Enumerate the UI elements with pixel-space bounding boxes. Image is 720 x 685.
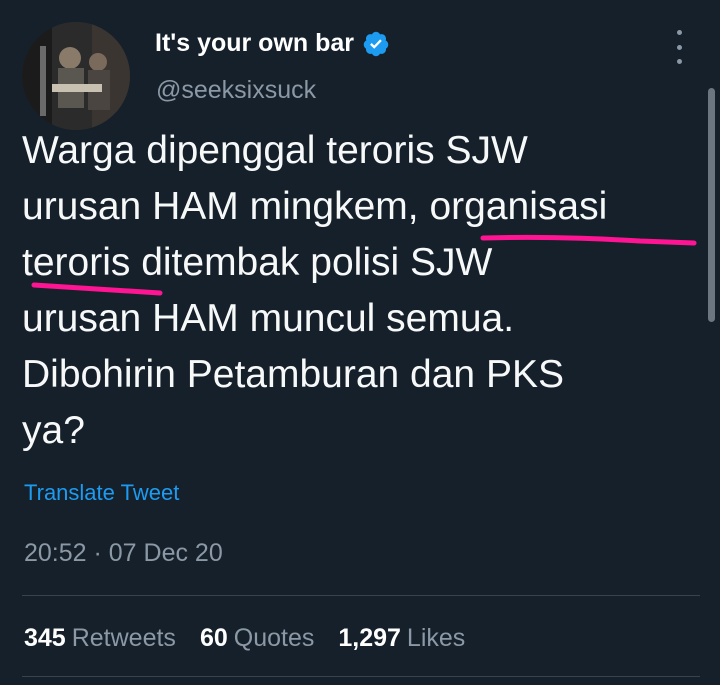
quotes-stat[interactable]: 60 Quotes	[200, 624, 314, 653]
tweet-text: Warga dipenggal teroris SJW urusan HAM m…	[22, 123, 712, 459]
more-options-icon[interactable]	[669, 30, 689, 64]
author-avatar[interactable]	[22, 22, 130, 130]
author-handle[interactable]: @seeksixsuck	[156, 76, 316, 105]
tweet-line: ya?	[22, 409, 85, 452]
tweet-line: Warga dipenggal teroris SJW	[22, 129, 528, 172]
tweet-line: teroris ditembak polisi SJW	[22, 241, 493, 284]
tweet-line: urusan HAM mingkem, organisasi	[22, 185, 608, 228]
likes-stat[interactable]: 1,297 Likes	[338, 624, 465, 653]
tweet-stats: 345 Retweets 60 Quotes 1,297 Likes	[24, 624, 465, 653]
retweets-stat[interactable]: 345 Retweets	[24, 624, 176, 653]
divider	[22, 595, 700, 596]
retweets-count: 345	[24, 624, 66, 652]
more-dot	[676, 44, 682, 50]
author-display-name-row[interactable]: It's your own bar	[155, 29, 390, 58]
tweet-timestamp[interactable]: 20:52 · 07 Dec 20	[24, 539, 223, 568]
tweet-line: Dibohirin Petamburan dan PKS	[22, 353, 564, 396]
more-dot	[676, 59, 682, 64]
verified-badge-icon	[363, 31, 389, 56]
more-dot	[676, 30, 682, 35]
tweet-line: urusan HAM muncul semua.	[22, 297, 515, 340]
quotes-count: 60	[199, 624, 228, 652]
author-display-name[interactable]: It's your own bar	[155, 29, 354, 58]
divider	[22, 676, 700, 677]
retweets-label: Retweets	[71, 624, 176, 652]
likes-count: 1,297	[338, 624, 401, 652]
quotes-label: Quotes	[233, 624, 315, 652]
likes-label: Likes	[406, 624, 466, 652]
translate-tweet-link[interactable]: Translate Tweet	[24, 480, 179, 506]
